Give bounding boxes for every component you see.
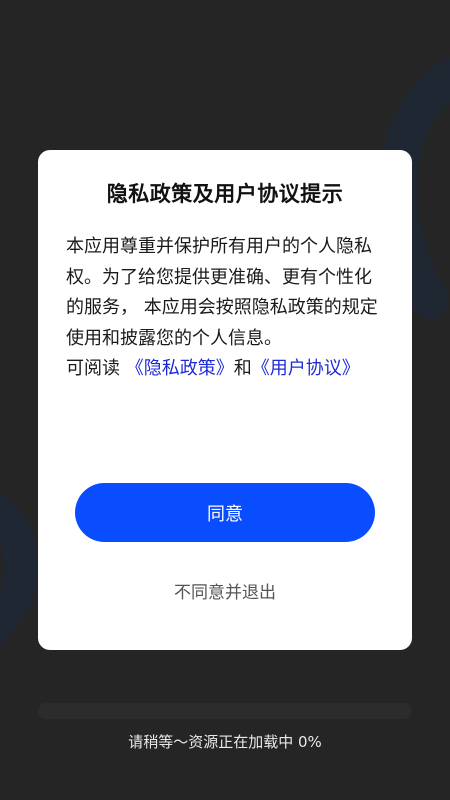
user-agreement-link[interactable]: 《用户协议》 (252, 358, 360, 379)
dialog-body: 本应用尊重并保护所有用户的个人隐私权。为了给您提供更准确、更有个性化的服务， 本… (66, 232, 384, 385)
read-links-line: 可阅读 《隐私政策》和《用户协议》 (66, 354, 384, 385)
loading-status-text: 请稍等～资源正在加载中 0% (128, 733, 322, 751)
privacy-dialog (38, 150, 412, 650)
agree-button[interactable]: 同意 (75, 483, 375, 542)
conjunction-text: 和 (233, 358, 252, 379)
privacy-body-text: 本应用尊重并保护所有用户的个人隐私权。为了给您提供更准确、更有个性化的服务， 本… (66, 236, 378, 349)
disagree-and-exit-button[interactable]: 不同意并退出 (100, 578, 350, 608)
read-prefix: 可阅读 (66, 358, 126, 379)
dialog-title: 隐私政策及用户协议提示 (106, 182, 344, 206)
privacy-policy-link[interactable]: 《隐私政策》 (126, 358, 234, 379)
loading-progress-bar (38, 703, 412, 719)
